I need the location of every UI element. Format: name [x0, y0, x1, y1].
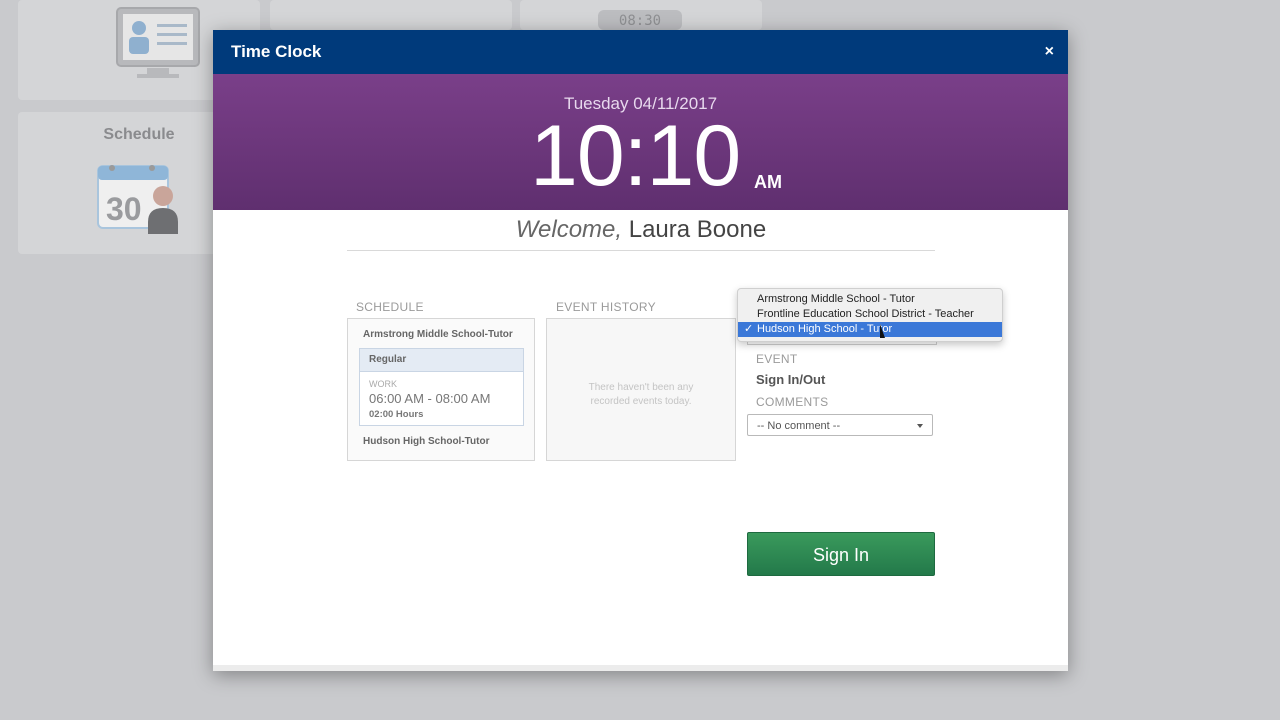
position-option-hudson-label: Hudson High School - Tutor [757, 323, 893, 335]
event-history-label: EVENT HISTORY [556, 300, 656, 314]
mouse-pointer-icon [880, 324, 885, 338]
schedule-panel: Armstrong Middle School-Tutor Regular WO… [347, 318, 535, 461]
shift-time-range: 06:00 AM - 08:00 AM [369, 391, 491, 406]
comments-select[interactable]: -- No comment -- [747, 414, 933, 436]
modal-footer [213, 665, 1068, 671]
position-option-frontline[interactable]: Frontline Education School District - Te… [738, 307, 1002, 322]
position-option-hudson[interactable]: ✓ Hudson High School - Tutor [738, 322, 1002, 337]
welcome-greeting: Welcome, [515, 216, 623, 243]
shift-hours: 02:00 Hours [369, 409, 424, 420]
position-option-armstrong[interactable]: Armstrong Middle School - Tutor [738, 292, 1002, 307]
caret-down-icon [917, 424, 923, 428]
sign-in-button[interactable]: Sign In [747, 532, 935, 576]
position-dropdown-menu: Armstrong Middle School - Tutor Frontlin… [737, 288, 1003, 342]
calendar-icon: 30 [97, 165, 178, 234]
check-icon: ✓ [744, 323, 754, 335]
calendar-day: 30 [106, 191, 142, 227]
shift-type: Regular [360, 349, 523, 372]
bg-tile-document [270, 0, 661, 30]
shift-work-label: WORK [369, 379, 397, 389]
comments-select-value: -- No comment -- [757, 420, 841, 432]
bg-tile-clock: 08:30 [520, 0, 762, 30]
welcome-user-name: Laura Boone [628, 216, 767, 243]
welcome-heading: Welcome, Laura Boone [347, 216, 935, 251]
event-label: EVENT [756, 352, 798, 366]
schedule-label: SCHEDULE [356, 300, 424, 314]
profile-card-icon [116, 7, 200, 78]
time-clock-modal: Time Clock × Tuesday 04/11/2017 10:10 AM… [213, 30, 1068, 671]
schedule-shift-card[interactable]: Regular WORK 06:00 AM - 08:00 AM 02:00 H… [359, 348, 524, 426]
event-value: Sign In/Out [756, 372, 826, 387]
bg-clock-readout: 08:30 [598, 10, 682, 30]
schedule-site-armstrong: Armstrong Middle School-Tutor [363, 329, 513, 340]
clock-time: 10:10 [530, 108, 741, 204]
event-history-empty-message: There haven't been any recorded events t… [588, 382, 694, 407]
close-icon[interactable]: × [1045, 42, 1054, 62]
clock-banner: Tuesday 04/11/2017 10:10 AM [213, 74, 1068, 210]
clock-ampm: AM [754, 172, 782, 192]
modal-header: Time Clock × [213, 30, 1068, 74]
modal-title: Time Clock [231, 42, 322, 61]
schedule-site-hudson: Hudson High School-Tutor [363, 436, 490, 447]
event-history-panel: There haven't been any recorded events t… [546, 318, 736, 461]
comments-label: COMMENTS [756, 395, 829, 409]
